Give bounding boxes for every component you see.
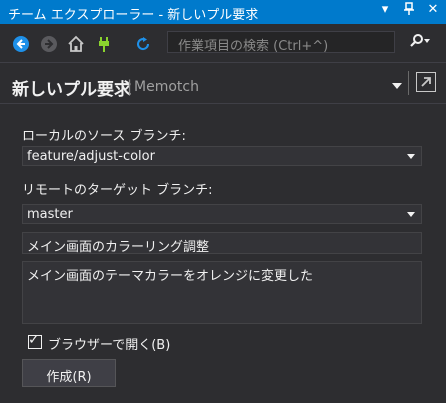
create-button-label: 作成(R)	[46, 370, 92, 385]
popout-icon[interactable]	[416, 72, 436, 92]
title-bar: チーム エクスプローラー - 新しいプル要求 ▾ ✕	[0, 0, 446, 24]
back-icon[interactable]	[12, 35, 30, 53]
target-branch-value: master	[27, 207, 73, 222]
target-branch-select[interactable]: master	[22, 204, 422, 224]
title-bar-icons: ▾ ✕	[378, 2, 440, 20]
chevron-down-icon[interactable]: ▾	[378, 2, 392, 20]
search-input[interactable]: 作業項目の検索 (Ctrl+^)	[167, 31, 395, 54]
chevron-down-icon[interactable]	[392, 83, 402, 89]
page-title: 新しいプル要求	[12, 80, 131, 100]
pr-title-value: メイン画面のカラーリング調整	[27, 240, 210, 255]
close-icon[interactable]: ✕	[426, 2, 440, 20]
create-button[interactable]: 作成(R)	[22, 359, 116, 387]
search-icon	[409, 33, 431, 52]
pr-description-value: メイン画面のテーマカラーをオレンジに変更した	[27, 269, 314, 284]
window-title: チーム エクスプローラー - 新しいプル要求	[8, 8, 259, 23]
chevron-down-icon	[407, 154, 415, 159]
open-browser-checkbox[interactable]: ✓	[28, 332, 42, 349]
source-branch-value: feature/adjust-color	[27, 149, 155, 164]
pr-title-input[interactable]: メイン画面のカラーリング調整	[22, 232, 422, 255]
open-browser-label[interactable]: ブラウザーで開く(B)	[48, 334, 170, 353]
pr-description-input[interactable]: メイン画面のテーマカラーをオレンジに変更した	[22, 261, 422, 324]
target-branch-label: リモートのターゲット ブランチ:	[22, 183, 213, 198]
header-separator: |	[127, 77, 133, 95]
refresh-icon[interactable]	[134, 35, 152, 53]
check-icon: ✓	[28, 332, 40, 348]
forward-icon[interactable]	[40, 35, 58, 53]
divider	[408, 71, 409, 95]
home-icon[interactable]	[67, 35, 85, 53]
page-header: 新しいプル要求 | Memotch	[0, 63, 446, 104]
pin-icon[interactable]	[402, 2, 416, 20]
chevron-down-icon	[407, 212, 415, 217]
search-button[interactable]	[400, 31, 440, 53]
source-branch-select[interactable]: feature/adjust-color	[22, 146, 422, 166]
project-name[interactable]: Memotch	[134, 79, 199, 95]
source-branch-label: ローカルのソース ブランチ:	[22, 129, 186, 144]
search-placeholder: 作業項目の検索 (Ctrl+^)	[178, 39, 329, 54]
connect-icon[interactable]	[95, 35, 113, 53]
